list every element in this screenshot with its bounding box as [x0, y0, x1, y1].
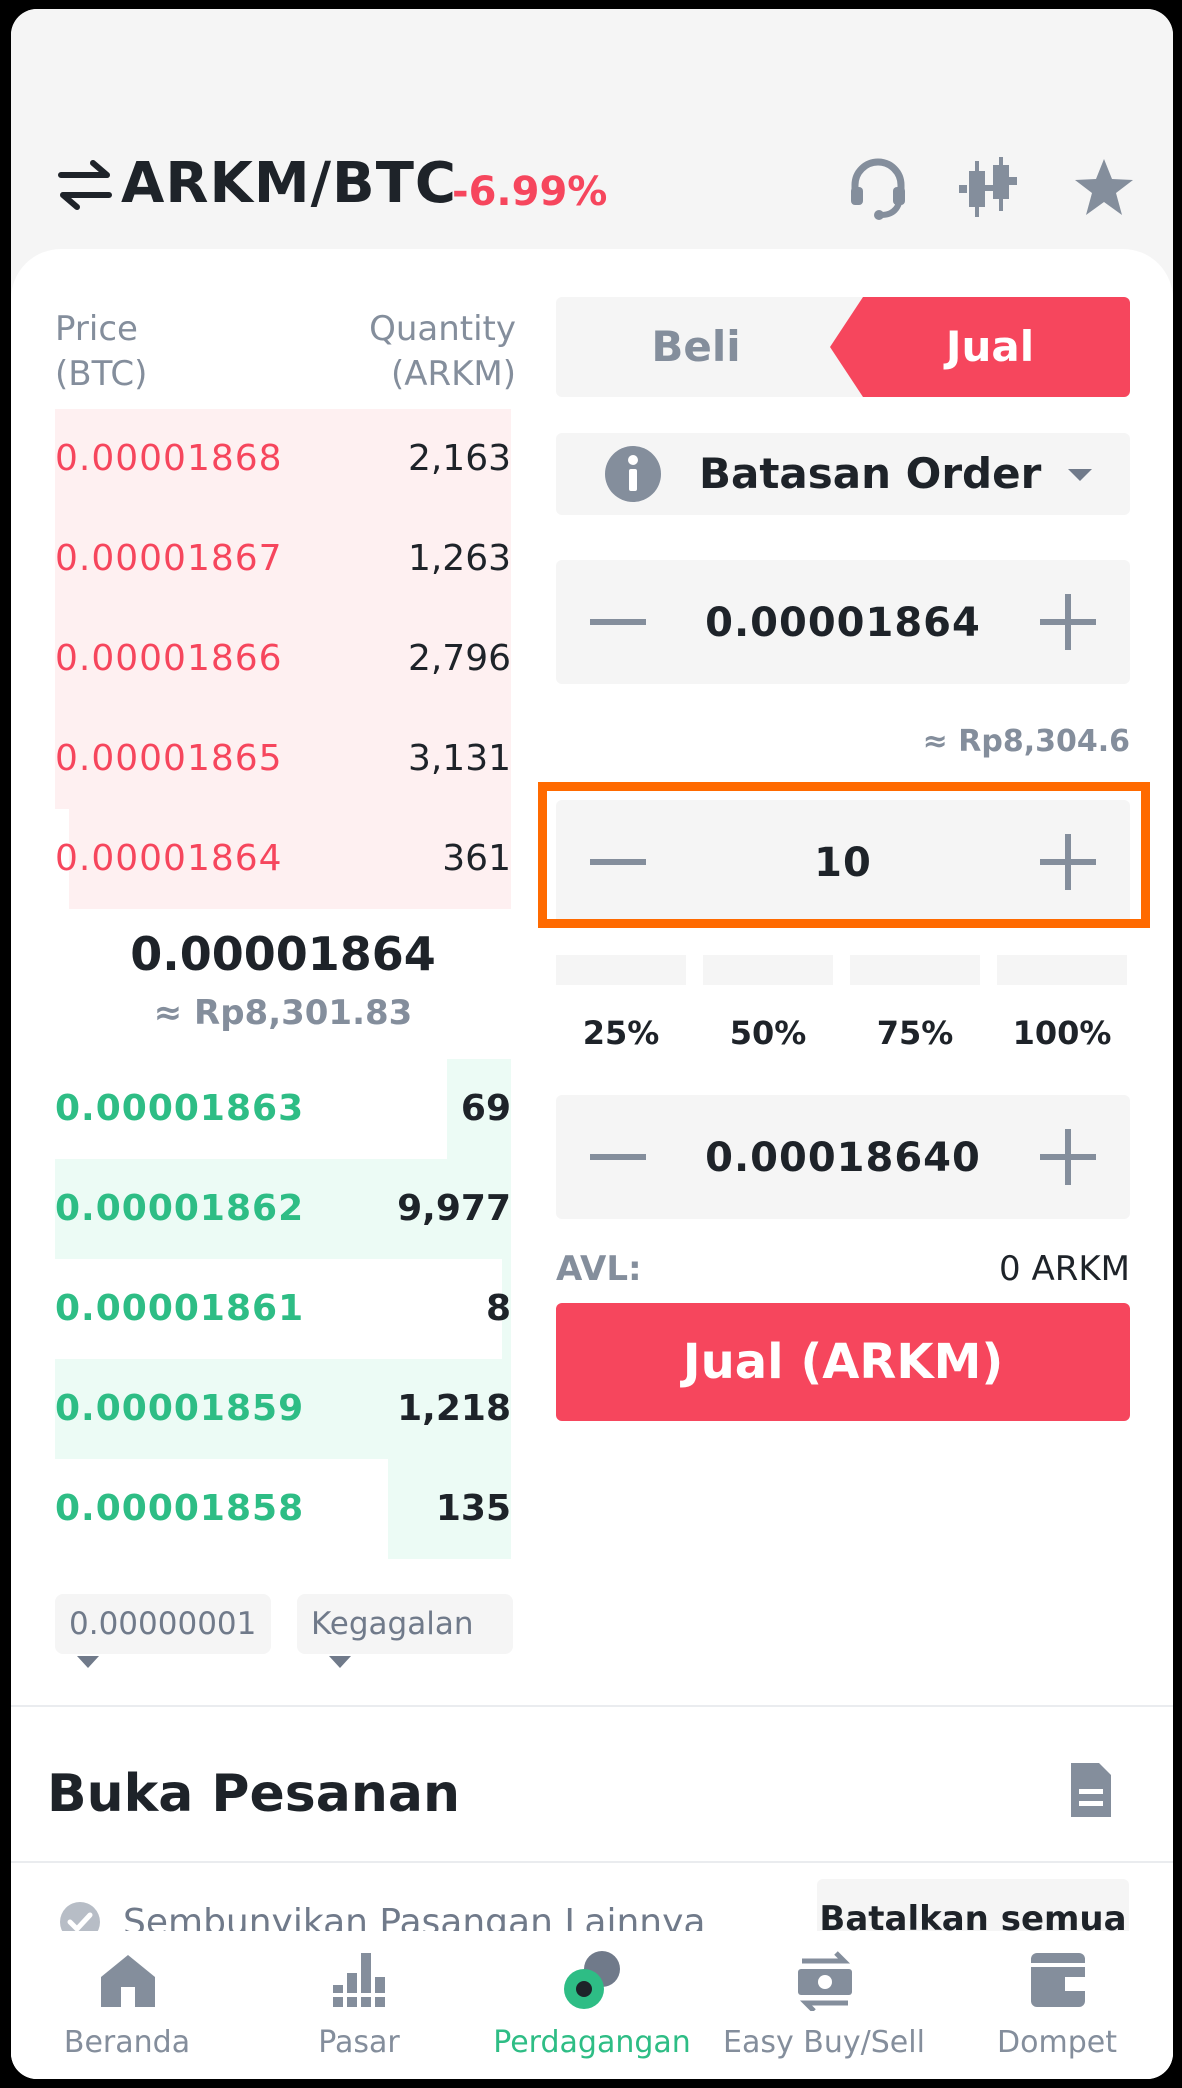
- minus-icon[interactable]: [586, 590, 650, 654]
- bid-row[interactable]: 0.00001862 9,977: [55, 1159, 511, 1259]
- bid-quantity: 8: [485, 1288, 511, 1329]
- nav-item-easy-buy-sell[interactable]: Easy Buy/Sell: [708, 1931, 940, 2079]
- bid-quantity: 1,218: [397, 1388, 511, 1429]
- bid-price: 0.00001858: [55, 1488, 305, 1529]
- tab-buy[interactable]: Beli: [556, 297, 836, 397]
- precision-select[interactable]: 0.00000001: [55, 1594, 271, 1668]
- bid-price: 0.00001859: [55, 1388, 305, 1429]
- percent-slider-25[interactable]: [556, 955, 686, 985]
- bid-quantity: 69: [460, 1088, 511, 1129]
- plus-icon[interactable]: [1036, 1125, 1100, 1189]
- ask-price: 0.00001865: [55, 738, 283, 779]
- percent-label[interactable]: 50%: [703, 1014, 833, 1052]
- ask-row[interactable]: 0.00001865 3,131: [55, 709, 511, 809]
- wallet-icon: [1031, 1953, 1085, 2007]
- percent-slider-100[interactable]: [997, 955, 1127, 985]
- percent-label[interactable]: 25%: [556, 1014, 686, 1052]
- chevron-down-icon: [77, 1655, 99, 1668]
- plus-icon[interactable]: [1036, 590, 1100, 654]
- ask-row[interactable]: 0.00001866 2,796: [55, 609, 511, 709]
- last-price[interactable]: 0.00001864: [55, 927, 511, 981]
- ask-quantity: 3,131: [407, 738, 511, 779]
- order-type-select[interactable]: Batasan Order: [556, 433, 1130, 515]
- minus-icon[interactable]: [586, 1125, 650, 1189]
- tab-sell[interactable]: Jual: [830, 297, 1130, 397]
- trade-icon: [564, 1951, 620, 2009]
- ask-row[interactable]: 0.00001868 2,163: [55, 409, 511, 509]
- bid-row[interactable]: 0.00001863 69: [55, 1059, 511, 1159]
- total-stepper: 0.00018640: [556, 1095, 1130, 1219]
- nav-item-dompet[interactable]: Dompet: [941, 1931, 1173, 2079]
- ask-quantity: 1,263: [407, 538, 511, 579]
- quantity-column-header: Quantity (ARKM): [369, 309, 516, 394]
- home-icon: [101, 1955, 155, 2007]
- ask-price: 0.00001864: [55, 838, 283, 879]
- available-value: 0 ARKM: [999, 1249, 1130, 1289]
- bid-row[interactable]: 0.00001859 1,218: [55, 1359, 511, 1459]
- open-orders-title: Buka Pesanan: [47, 1764, 460, 1824]
- percent-slider-75[interactable]: [850, 955, 980, 985]
- bid-price: 0.00001863: [55, 1088, 305, 1129]
- last-price-fiat: ≈ Rp8,301.83: [153, 993, 413, 1033]
- chevron-down-icon: [329, 1655, 351, 1668]
- order-type-label: Batasan Order: [699, 449, 1042, 498]
- pair-title[interactable]: ARKM/BTC: [121, 151, 457, 216]
- price-input[interactable]: 0.00001864: [656, 600, 1030, 646]
- available-label: AVL:: [556, 1249, 642, 1289]
- nav-item-pasar[interactable]: Pasar: [243, 1931, 475, 2079]
- nav-item-beranda[interactable]: Beranda: [11, 1931, 243, 2079]
- easy-buy-sell-icon: [798, 1951, 852, 2011]
- percent-slider-50[interactable]: [703, 955, 833, 985]
- swap-pair-icon[interactable]: [55, 157, 115, 213]
- ask-quantity: 2,796: [407, 638, 511, 679]
- price-change: -6.99%: [452, 169, 608, 215]
- percent-label[interactable]: 75%: [850, 1014, 980, 1052]
- orderbook-mode-select[interactable]: Kegagalan: [297, 1594, 513, 1668]
- headset-icon[interactable]: [845, 155, 911, 221]
- buy-sell-tabs: Beli Jual: [556, 297, 1130, 397]
- bid-row[interactable]: 0.00001858 135: [55, 1459, 511, 1559]
- price-fiat-approx: ≈ Rp8,304.6: [922, 724, 1130, 759]
- bid-price: 0.00001862: [55, 1188, 305, 1229]
- chevron-down-icon: [1068, 469, 1092, 481]
- percent-label[interactable]: 100%: [997, 1014, 1127, 1052]
- divider: [11, 1861, 1173, 1863]
- ask-quantity: 361: [442, 838, 511, 879]
- bid-price: 0.00001861: [55, 1288, 305, 1329]
- ask-price: 0.00001868: [55, 438, 283, 479]
- header: ARKM/BTC -6.99%: [11, 9, 1173, 249]
- price-column-header: Price (BTC): [55, 309, 148, 394]
- info-icon[interactable]: [604, 445, 662, 503]
- bottom-nav: Beranda Pasar Perdagangan Easy Buy/Sell …: [11, 1931, 1173, 2079]
- favorite-star-icon[interactable]: [1071, 155, 1137, 221]
- bid-quantity: 135: [435, 1488, 511, 1529]
- app-screen: ARKM/BTC -6.99% Price (BTC) Quantity (AR…: [11, 9, 1173, 2079]
- nav-item-perdagangan[interactable]: Perdagangan: [476, 1931, 708, 2079]
- ask-row[interactable]: 0.00001867 1,263: [55, 509, 511, 609]
- amount-highlight-box: [538, 782, 1150, 928]
- market-icon: [331, 1953, 389, 2007]
- ask-quantity: 2,163: [407, 438, 511, 479]
- candlestick-chart-icon[interactable]: [955, 155, 1021, 221]
- divider: [11, 1705, 1173, 1707]
- total-input[interactable]: 0.00018640: [656, 1135, 1030, 1181]
- order-history-icon[interactable]: [1063, 1761, 1115, 1821]
- sell-button[interactable]: Jual (ARKM): [556, 1303, 1130, 1421]
- bid-quantity: 9,977: [397, 1188, 511, 1229]
- ask-row[interactable]: 0.00001864 361: [55, 809, 511, 909]
- bid-row[interactable]: 0.00001861 8: [55, 1259, 511, 1359]
- ask-price: 0.00001866: [55, 638, 283, 679]
- price-stepper: 0.00001864: [556, 560, 1130, 684]
- ask-price: 0.00001867: [55, 538, 283, 579]
